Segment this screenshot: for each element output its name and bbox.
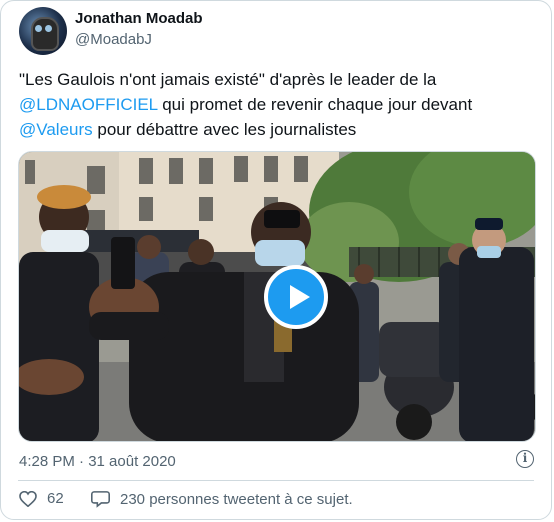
like-button[interactable]: 62 xyxy=(19,490,64,507)
tweet-text-part: pour débattre avec les journalistes xyxy=(92,120,357,139)
tweet-text: "Les Gaulois n'ont jamais existé" d'aprè… xyxy=(19,67,539,142)
speech-bubble-icon xyxy=(91,491,110,508)
play-icon xyxy=(290,285,310,309)
avatar[interactable] xyxy=(19,7,67,55)
mention-link-ldnaofficiel[interactable]: @LDNAOFFICIEL xyxy=(19,95,157,114)
heart-icon xyxy=(19,490,37,507)
video-player[interactable] xyxy=(18,151,536,442)
tweet-timestamp[interactable]: 4:28 PM · 31 août 2020 xyxy=(19,453,176,470)
gas-mask-shape xyxy=(31,17,59,51)
author-name[interactable]: Jonathan Moadab xyxy=(75,10,203,27)
divider xyxy=(18,480,534,481)
conversation-link[interactable]: 230 personnes tweetent à ce sujet. xyxy=(91,490,353,508)
mention-link-valeurs[interactable]: @Valeurs xyxy=(19,120,93,139)
play-button[interactable] xyxy=(264,265,328,329)
conversation-count-text: 230 personnes tweetent à ce sujet. xyxy=(120,490,353,508)
tweet-text-part: "Les Gaulois n'ont jamais existé" d'aprè… xyxy=(19,70,437,89)
like-count: 62 xyxy=(47,490,64,507)
info-icon[interactable]: i xyxy=(516,450,534,468)
tweet-text-part: qui promet de revenir chaque jour devant xyxy=(157,95,473,114)
author-handle[interactable]: @MoadabJ xyxy=(75,31,152,48)
tweet-card: Jonathan Moadab @MoadabJ "Les Gaulois n'… xyxy=(0,0,552,520)
